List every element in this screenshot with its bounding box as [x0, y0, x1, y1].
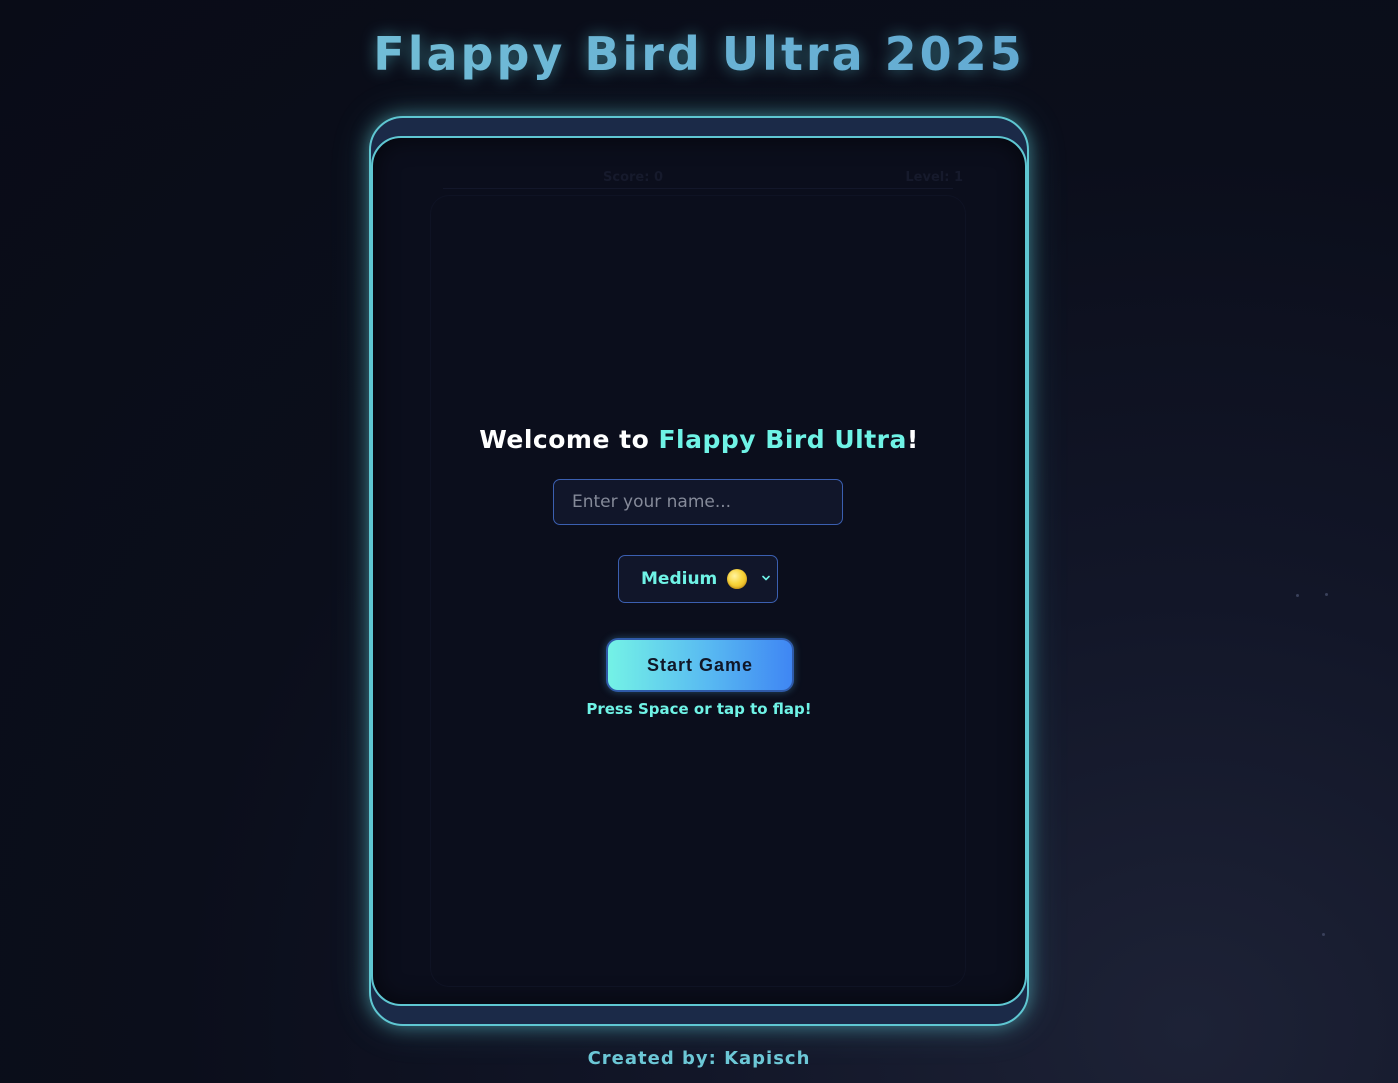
welcome-heading: Welcome to Flappy Bird Ultra! — [373, 424, 1025, 456]
hud-divider — [443, 188, 953, 189]
controls-hint: Press Space or tap to flap! — [586, 700, 812, 718]
start-game-button[interactable]: Start Game — [606, 638, 794, 692]
hud-level: Level: 1 — [905, 170, 963, 185]
background-star — [1325, 593, 1328, 596]
player-name-input[interactable] — [553, 479, 843, 525]
background-star — [1296, 594, 1299, 597]
page-title: Flappy Bird Ultra 2025 — [0, 24, 1398, 84]
welcome-game-name: Flappy Bird Ultra — [658, 425, 907, 454]
chevron-down-icon — [762, 575, 770, 581]
difficulty-select[interactable]: Medium — [618, 555, 778, 603]
difficulty-selected-label: Medium — [641, 569, 718, 589]
hud-score: Score: 0 — [603, 170, 663, 185]
yellow-circle-icon — [727, 569, 748, 589]
game-canvas[interactable]: Score: 0 Level: 1 Welcome to Flappy Bird… — [371, 136, 1027, 1006]
welcome-prefix: Welcome to — [479, 425, 659, 454]
welcome-suffix: ! — [906, 425, 919, 454]
footer-credit: Created by: Kapisch — [587, 1048, 811, 1069]
background-star — [1322, 933, 1325, 936]
